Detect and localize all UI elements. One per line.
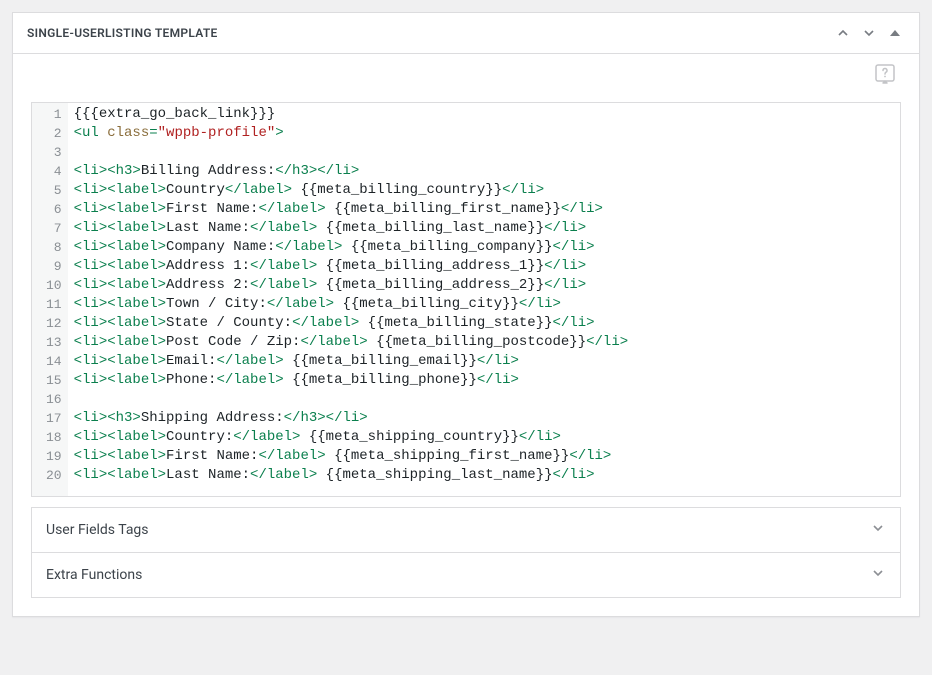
code-line[interactable]: <li><label>Address 1:</label> {{meta_bil…: [74, 257, 894, 276]
code-line[interactable]: <li><label>First Name:</label> {{meta_sh…: [74, 447, 894, 466]
line-number: 9: [46, 257, 62, 276]
code-line[interactable]: <li><label>First Name:</label> {{meta_bi…: [74, 200, 894, 219]
code-line[interactable]: <li><label>State / County:</label> {{met…: [74, 314, 894, 333]
metabox-title: SINGLE-USERLISTING TEMPLATE: [27, 26, 218, 40]
line-number: 7: [46, 219, 62, 238]
metabox-panel: SINGLE-USERLISTING TEMPLATE: [12, 12, 920, 617]
code-editor-scroll[interactable]: 1234567891011121314151617181920 {{{extra…: [32, 103, 900, 496]
code-line[interactable]: <li><label>Company Name:</label> {{meta_…: [74, 238, 894, 257]
code-line[interactable]: [74, 390, 894, 409]
metabox-controls: [833, 23, 905, 43]
accordion-extra-functions[interactable]: Extra Functions: [31, 553, 901, 598]
move-up-button[interactable]: [833, 23, 853, 43]
line-number: 6: [46, 200, 62, 219]
accordion-label: Extra Functions: [46, 567, 142, 583]
line-number: 17: [46, 409, 62, 428]
line-number: 20: [46, 466, 62, 485]
line-number: 1: [46, 105, 62, 124]
code-line[interactable]: <li><h3>Shipping Address:</h3></li>: [74, 409, 894, 428]
line-number: 16: [46, 390, 62, 409]
line-number: 5: [46, 181, 62, 200]
line-number: 2: [46, 124, 62, 143]
code-line[interactable]: <li><label>Town / City:</label> {{meta_b…: [74, 295, 894, 314]
code-line[interactable]: <li><h3>Billing Address:</h3></li>: [74, 162, 894, 181]
code-line[interactable]: {{{extra_go_back_link}}}: [74, 105, 894, 124]
line-number: 11: [46, 295, 62, 314]
collapse-toggle-button[interactable]: [885, 23, 905, 43]
line-number: 10: [46, 276, 62, 295]
accordion-user-fields[interactable]: User Fields Tags: [31, 507, 901, 553]
line-number: 19: [46, 447, 62, 466]
line-number: 14: [46, 352, 62, 371]
line-number-gutter: 1234567891011121314151617181920: [32, 103, 68, 496]
code-line[interactable]: <li><label>Country</label> {{meta_billin…: [74, 181, 894, 200]
accordion-label: User Fields Tags: [46, 522, 149, 538]
line-number: 13: [46, 333, 62, 352]
code-area[interactable]: {{{extra_go_back_link}}}<ul class="wppb-…: [68, 103, 900, 496]
chevron-down-icon: [870, 565, 886, 585]
line-number: 15: [46, 371, 62, 390]
chevron-down-icon: [870, 520, 886, 540]
code-line[interactable]: <li><label>Country:</label> {{meta_shipp…: [74, 428, 894, 447]
help-icon[interactable]: [873, 62, 897, 90]
code-line[interactable]: <li><label>Last Name:</label> {{meta_bil…: [74, 219, 894, 238]
code-line[interactable]: <li><label>Address 2:</label> {{meta_bil…: [74, 276, 894, 295]
line-number: 4: [46, 162, 62, 181]
code-line[interactable]: <li><label>Post Code / Zip:</label> {{me…: [74, 333, 894, 352]
code-line[interactable]: <ul class="wppb-profile">: [74, 124, 894, 143]
code-line[interactable]: <li><label>Email:</label> {{meta_billing…: [74, 352, 894, 371]
line-number: 8: [46, 238, 62, 257]
code-line[interactable]: [74, 143, 894, 162]
line-number: 12: [46, 314, 62, 333]
code-line[interactable]: <li><label>Last Name:</label> {{meta_shi…: [74, 466, 894, 485]
move-down-button[interactable]: [859, 23, 879, 43]
line-number: 18: [46, 428, 62, 447]
metabox-body: 1234567891011121314151617181920 {{{extra…: [13, 54, 919, 616]
line-number: 3: [46, 143, 62, 162]
code-line[interactable]: <li><label>Phone:</label> {{meta_billing…: [74, 371, 894, 390]
metabox-header: SINGLE-USERLISTING TEMPLATE: [13, 13, 919, 54]
code-editor[interactable]: 1234567891011121314151617181920 {{{extra…: [31, 102, 901, 497]
accordion-header[interactable]: User Fields Tags: [32, 508, 900, 552]
accordion-header[interactable]: Extra Functions: [32, 553, 900, 597]
